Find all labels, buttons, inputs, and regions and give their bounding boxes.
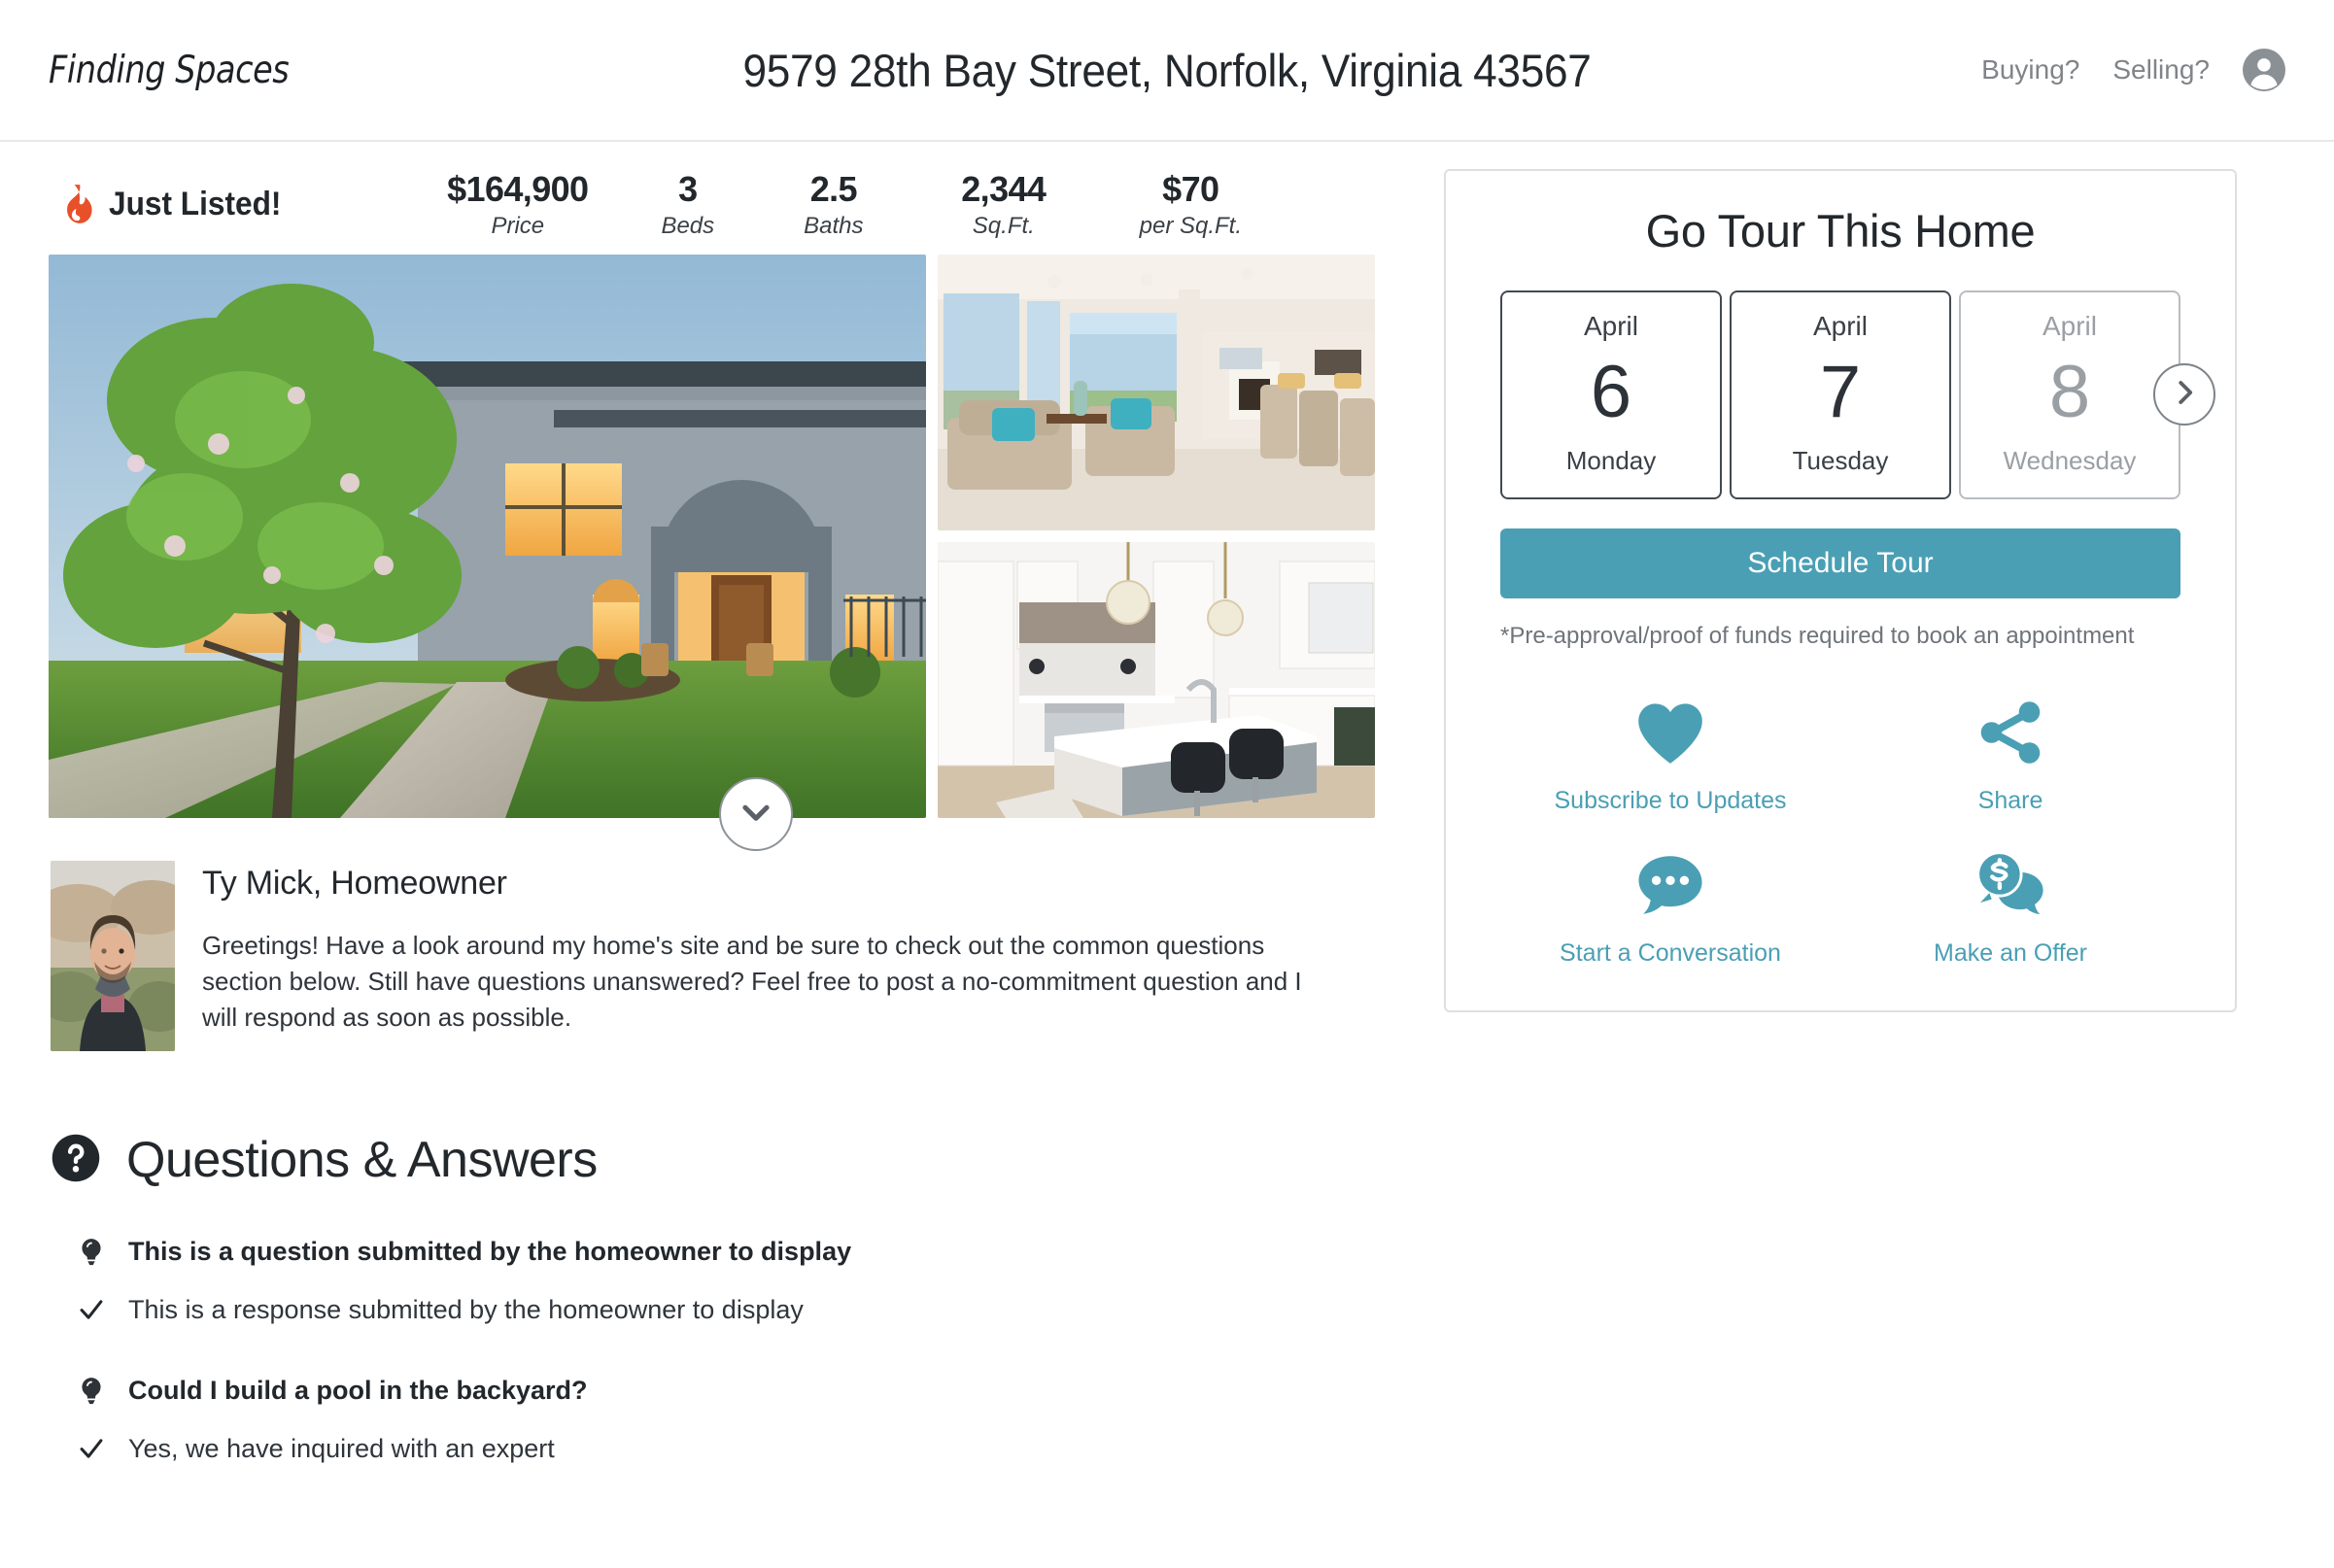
start-conversation-label: Start a Conversation [1560, 939, 1781, 968]
just-listed-badge: Just Listed! [60, 185, 294, 223]
tour-date-month: April [1812, 311, 1868, 341]
stat-baths-label: Baths [804, 213, 864, 240]
stat-price-value: $164,900 [447, 169, 589, 209]
check-icon [76, 1294, 107, 1323]
stat-sqft-value: 2,344 [961, 169, 1047, 209]
heart-icon [1633, 696, 1707, 769]
schedule-tour-button[interactable]: Schedule Tour [1500, 528, 2180, 598]
qa-answer-text: This is a response submitted by the home… [128, 1295, 804, 1325]
qa-heading-text: Questions & Answers [126, 1132, 598, 1188]
question-circle-icon [51, 1133, 101, 1188]
start-conversation-action[interactable]: Start a Conversation [1500, 848, 1840, 968]
nav-link-selling[interactable]: Selling? [2112, 54, 2210, 85]
qa-answer-row: This is a response submitted by the home… [76, 1294, 1409, 1325]
header-nav: Buying? Selling? [1981, 49, 2285, 91]
tour-column: Go Tour This Home April 6 Monday April 7… [1444, 169, 2237, 1514]
chat-bubble-icon [1633, 848, 1707, 922]
expand-gallery-button[interactable] [719, 777, 793, 851]
thumbnail-photo-2[interactable] [938, 542, 1375, 818]
tour-card-title: Go Tour This Home [1645, 205, 2036, 256]
stat-per-sqft-label: per Sq.Ft. [1139, 213, 1242, 240]
qa-answer-row: Yes, we have inquired with an expert [76, 1433, 1409, 1464]
stat-beds-value: 3 [678, 169, 698, 209]
thumbnail-column [938, 255, 1375, 818]
flame-icon [60, 185, 93, 223]
stat-sqft: 2,344 Sq.Ft. [907, 169, 1101, 240]
user-circle-icon[interactable] [2243, 49, 2285, 91]
next-dates-button[interactable] [2153, 363, 2215, 426]
tour-date-option-wednesday[interactable]: April 8 Wednesday [1959, 290, 2180, 499]
stat-price: $164,900 Price [421, 169, 615, 240]
tour-date-day: 8 [2048, 350, 2091, 433]
homeowner-message: Greetings! Have a look around my home's … [202, 931, 1302, 1032]
tour-date-option-monday[interactable]: April 6 Monday [1500, 290, 1722, 499]
questions-answers-section: Questions & Answers This is a question s… [49, 1131, 1409, 1465]
tour-actions-grid: Subscribe to Updates Share Start a Conve… [1500, 696, 2180, 968]
chevron-right-icon [2170, 378, 2199, 412]
chevron-down-icon [738, 794, 774, 835]
main-photo[interactable] [49, 255, 926, 818]
subscribe-to-updates-label: Subscribe to Updates [1554, 787, 1787, 815]
listing-column: Just Listed! $164,900 Price 3 Beds 2.5 B… [49, 169, 1409, 1514]
just-listed-label: Just Listed! [109, 185, 282, 222]
tour-date-row: April 6 Monday April 7 Tuesday April 8 W… [1500, 290, 2215, 499]
qa-question-row: Could I build a pool in the backyard? [76, 1375, 1409, 1406]
site-header: Finding Spaces 9579 28th Bay Street, Nor… [0, 0, 2334, 142]
stat-price-label: Price [491, 213, 545, 240]
qa-question-text: Could I build a pool in the backyard? [128, 1375, 588, 1405]
dollar-chat-icon [1974, 848, 2047, 922]
stat-beds: 3 Beds [615, 169, 761, 240]
tour-date-day: 6 [1590, 350, 1632, 433]
go-tour-card: Go Tour This Home April 6 Monday April 7… [1444, 169, 2237, 1013]
stat-per-sqft-value: $70 [1162, 169, 1219, 209]
qa-list: This is a question submitted by the home… [51, 1236, 1409, 1465]
tour-date-weekday: Wednesday [2003, 445, 2137, 475]
tour-date-weekday: Tuesday [1792, 445, 1889, 475]
share-label: Share [1977, 787, 2043, 815]
make-offer-action[interactable]: Make an Offer [1840, 848, 2180, 968]
stat-baths-value: 2.5 [809, 169, 858, 209]
stat-beds-label: Beds [661, 213, 715, 240]
homeowner-name: Ty Mick, Homeowner [202, 865, 507, 902]
lightbulb-icon [76, 1236, 107, 1267]
tour-date-month: April [2042, 311, 2097, 341]
stat-sqft-label: Sq.Ft. [972, 213, 1035, 240]
qa-heading: Questions & Answers [51, 1131, 1409, 1189]
tour-date-weekday: Monday [1565, 445, 1657, 475]
make-offer-label: Make an Offer [1934, 939, 2087, 968]
listing-stats-bar: Just Listed! $164,900 Price 3 Beds 2.5 B… [49, 169, 1409, 255]
lightbulb-icon [76, 1375, 107, 1406]
qa-question-row: This is a question submitted by the home… [76, 1236, 1409, 1267]
tour-date-month: April [1583, 311, 1638, 341]
share-action[interactable]: Share [1840, 696, 2180, 815]
share-icon [1975, 696, 2045, 769]
page-body: Just Listed! $164,900 Price 3 Beds 2.5 B… [0, 142, 2334, 1514]
qa-question-text: This is a question submitted by the home… [128, 1237, 852, 1266]
stats-group: $164,900 Price 3 Beds 2.5 Baths 2,344 Sq… [421, 169, 1281, 240]
thumbnail-photo-1[interactable] [938, 255, 1375, 530]
nav-link-buying[interactable]: Buying? [1981, 54, 2079, 85]
qa-item: This is a question submitted by the home… [76, 1236, 1409, 1326]
qa-answer-text: Yes, we have inquired with an expert [128, 1434, 555, 1464]
tour-date-day: 7 [1819, 350, 1862, 433]
stat-baths: 2.5 Baths [761, 169, 907, 240]
stat-per-sqft: $70 per Sq.Ft. [1101, 169, 1281, 240]
homeowner-text-block: Ty Mick, Homeowner Greetings! Have a loo… [202, 861, 1329, 1051]
homeowner-section: Ty Mick, Homeowner Greetings! Have a loo… [49, 861, 1409, 1051]
homeowner-photo [51, 861, 175, 1051]
check-icon [76, 1433, 107, 1462]
tour-disclaimer: *Pre-approval/proof of funds required to… [1500, 622, 2135, 649]
page-title: 9579 28th Bay Street, Norfolk, Virginia … [742, 44, 1592, 96]
subscribe-to-updates-action[interactable]: Subscribe to Updates [1500, 696, 1840, 815]
qa-item: Could I build a pool in the backyard? Ye… [76, 1375, 1409, 1465]
photo-gallery [49, 255, 1409, 851]
tour-date-option-tuesday[interactable]: April 7 Tuesday [1730, 290, 1951, 499]
